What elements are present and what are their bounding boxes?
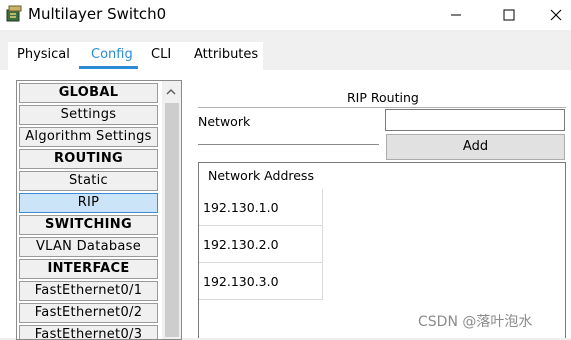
network-label: Network xyxy=(198,114,251,129)
network-row[interactable]: 192.130.2.0 xyxy=(199,226,323,263)
tab-config[interactable]: Config xyxy=(83,42,141,68)
scrollbar-thumb[interactable] xyxy=(165,103,179,337)
sidebar-header-routing: ROUTING xyxy=(19,149,158,169)
add-network-button[interactable]: Add xyxy=(386,134,565,160)
close-icon xyxy=(550,9,562,21)
section-divider xyxy=(198,107,566,108)
sidebar-header-switching: SWITCHING xyxy=(19,215,158,235)
sidebar-header-interface: INTERFACE xyxy=(19,259,158,279)
switch-app-icon xyxy=(6,5,22,22)
watermark: CSDN @落叶泡水 xyxy=(418,314,533,330)
maximize-button[interactable] xyxy=(486,0,532,30)
network-row[interactable]: 192.130.3.0 xyxy=(199,263,323,300)
chevron-up-icon xyxy=(166,88,176,95)
sidebar-item-fastethernet0-2[interactable]: FastEthernet0/2 xyxy=(19,303,158,323)
close-button[interactable] xyxy=(533,0,571,30)
network-label-underline xyxy=(198,144,379,145)
title-bar: Multilayer Switch0 xyxy=(0,0,571,30)
tab-attributes[interactable]: Attributes xyxy=(186,42,266,68)
network-address-header: Network Address xyxy=(208,168,314,183)
sidebar-item-algorithm-settings[interactable]: Algorithm Settings xyxy=(19,127,158,147)
minimize-button[interactable] xyxy=(433,0,479,30)
tab-physical[interactable]: Physical xyxy=(9,42,78,68)
network-input[interactable] xyxy=(385,109,565,131)
tab-cli[interactable]: CLI xyxy=(143,42,179,68)
sidebar-header-global: GLOBAL xyxy=(19,83,158,103)
scroll-up-button[interactable] xyxy=(162,83,180,101)
sidebar-item-fastethernet0-1[interactable]: FastEthernet0/1 xyxy=(19,281,158,301)
minimize-icon xyxy=(451,14,461,16)
sidebar-item-settings[interactable]: Settings xyxy=(19,105,158,125)
sidebar-item-rip[interactable]: RIP xyxy=(19,193,158,213)
maximize-icon xyxy=(503,9,515,21)
network-row[interactable]: 192.130.1.0 xyxy=(199,189,323,226)
rip-routing-title: RIP Routing xyxy=(347,90,419,105)
active-tab-indicator xyxy=(79,66,138,69)
config-sidebar: GLOBAL Settings Algorithm Settings ROUTI… xyxy=(16,80,182,340)
sidebar-item-vlan-database[interactable]: VLAN Database xyxy=(19,237,158,257)
sidebar-item-static[interactable]: Static xyxy=(19,171,158,191)
window-title: Multilayer Switch0 xyxy=(28,5,167,23)
